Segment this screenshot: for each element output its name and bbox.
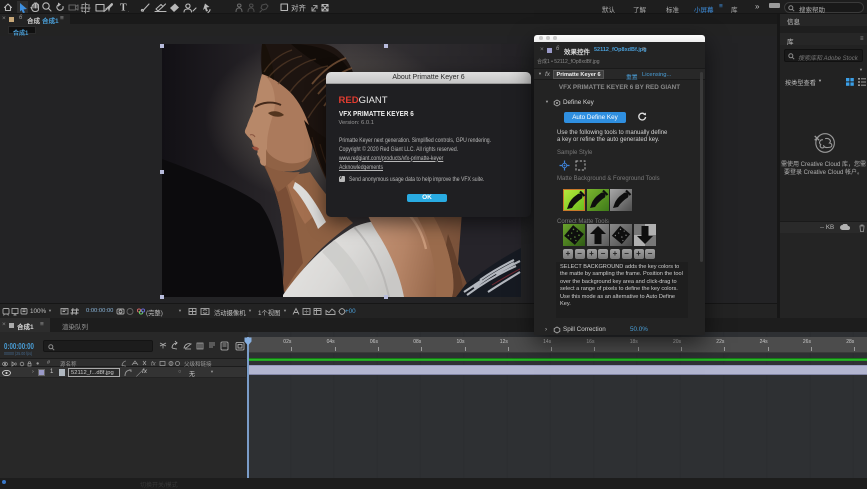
svg-text:T: T	[120, 3, 127, 14]
svg-text:对齐: 对齐	[291, 3, 306, 13]
